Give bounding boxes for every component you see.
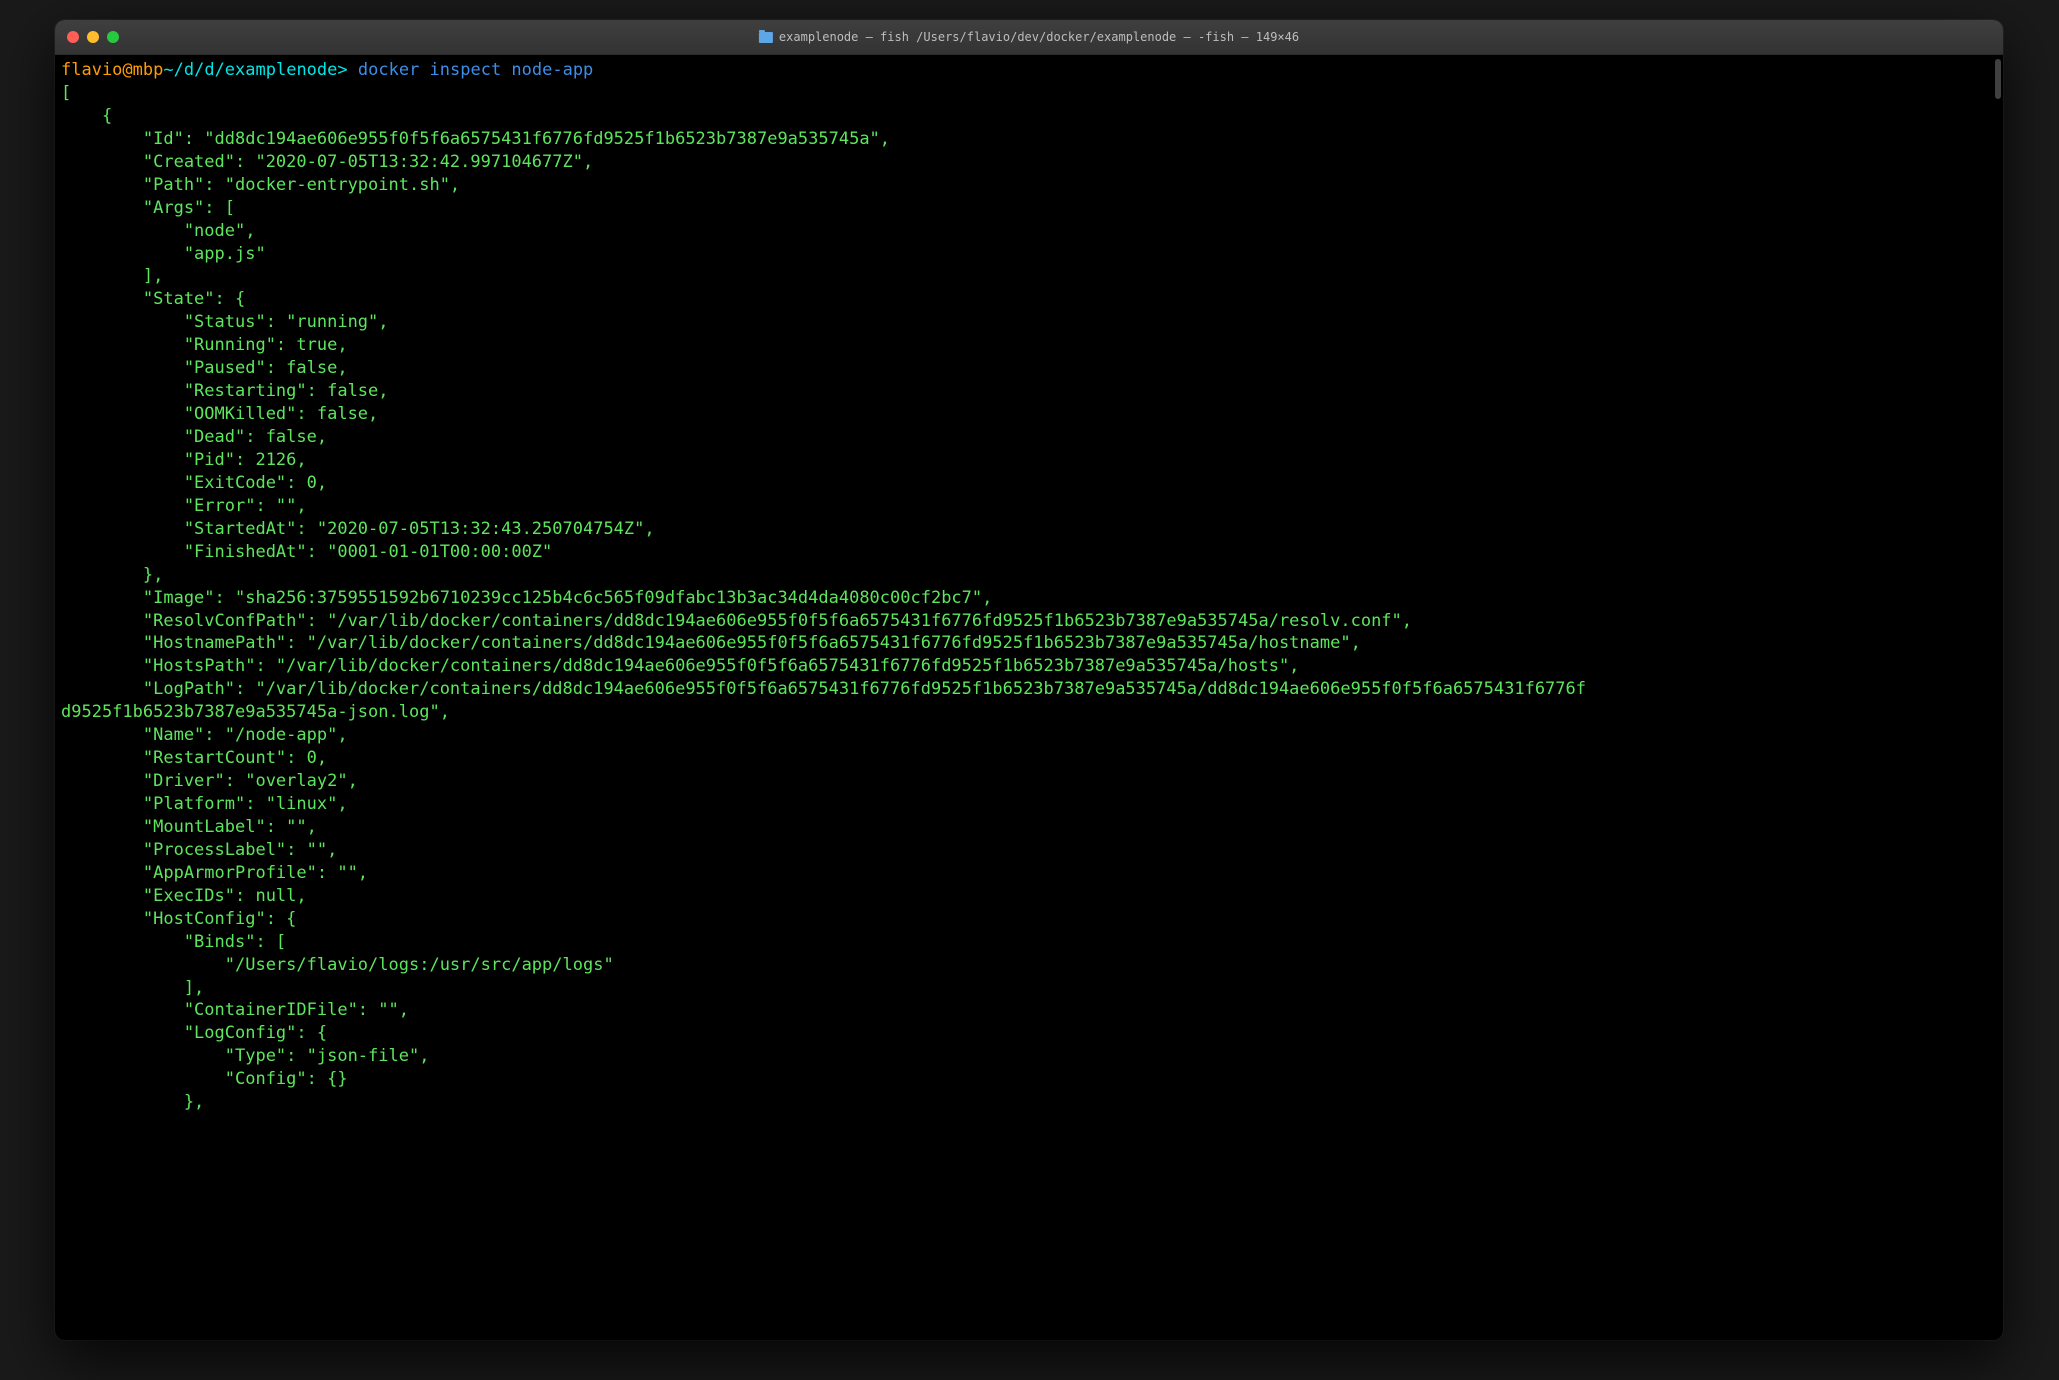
prompt-arrow: >	[337, 60, 347, 80]
terminal-body[interactable]: flavio@mbp~/d/d/examplenode> docker insp…	[55, 55, 2003, 1340]
terminal-window: examplenode — fish /Users/flavio/dev/doc…	[55, 20, 2003, 1340]
minimize-icon[interactable]	[87, 31, 99, 43]
window-controls	[67, 31, 119, 43]
folder-icon	[759, 32, 773, 43]
command-text: docker inspect node-app	[358, 60, 593, 80]
scrollbar-thumb[interactable]	[1995, 59, 2001, 99]
titlebar: examplenode — fish /Users/flavio/dev/doc…	[55, 20, 2003, 55]
command-output: [ { "Id": "dd8dc194ae606e955f0f5f6a65754…	[61, 83, 1586, 1112]
prompt-path: ~/d/d/examplenode	[163, 60, 337, 80]
window-title: examplenode — fish /Users/flavio/dev/doc…	[759, 30, 1299, 45]
zoom-icon[interactable]	[107, 31, 119, 43]
close-icon[interactable]	[67, 31, 79, 43]
window-title-text: examplenode — fish /Users/flavio/dev/doc…	[779, 30, 1299, 45]
prompt-at: @	[122, 60, 132, 80]
prompt-user: flavio	[61, 60, 122, 80]
prompt-host: mbp	[133, 60, 164, 80]
